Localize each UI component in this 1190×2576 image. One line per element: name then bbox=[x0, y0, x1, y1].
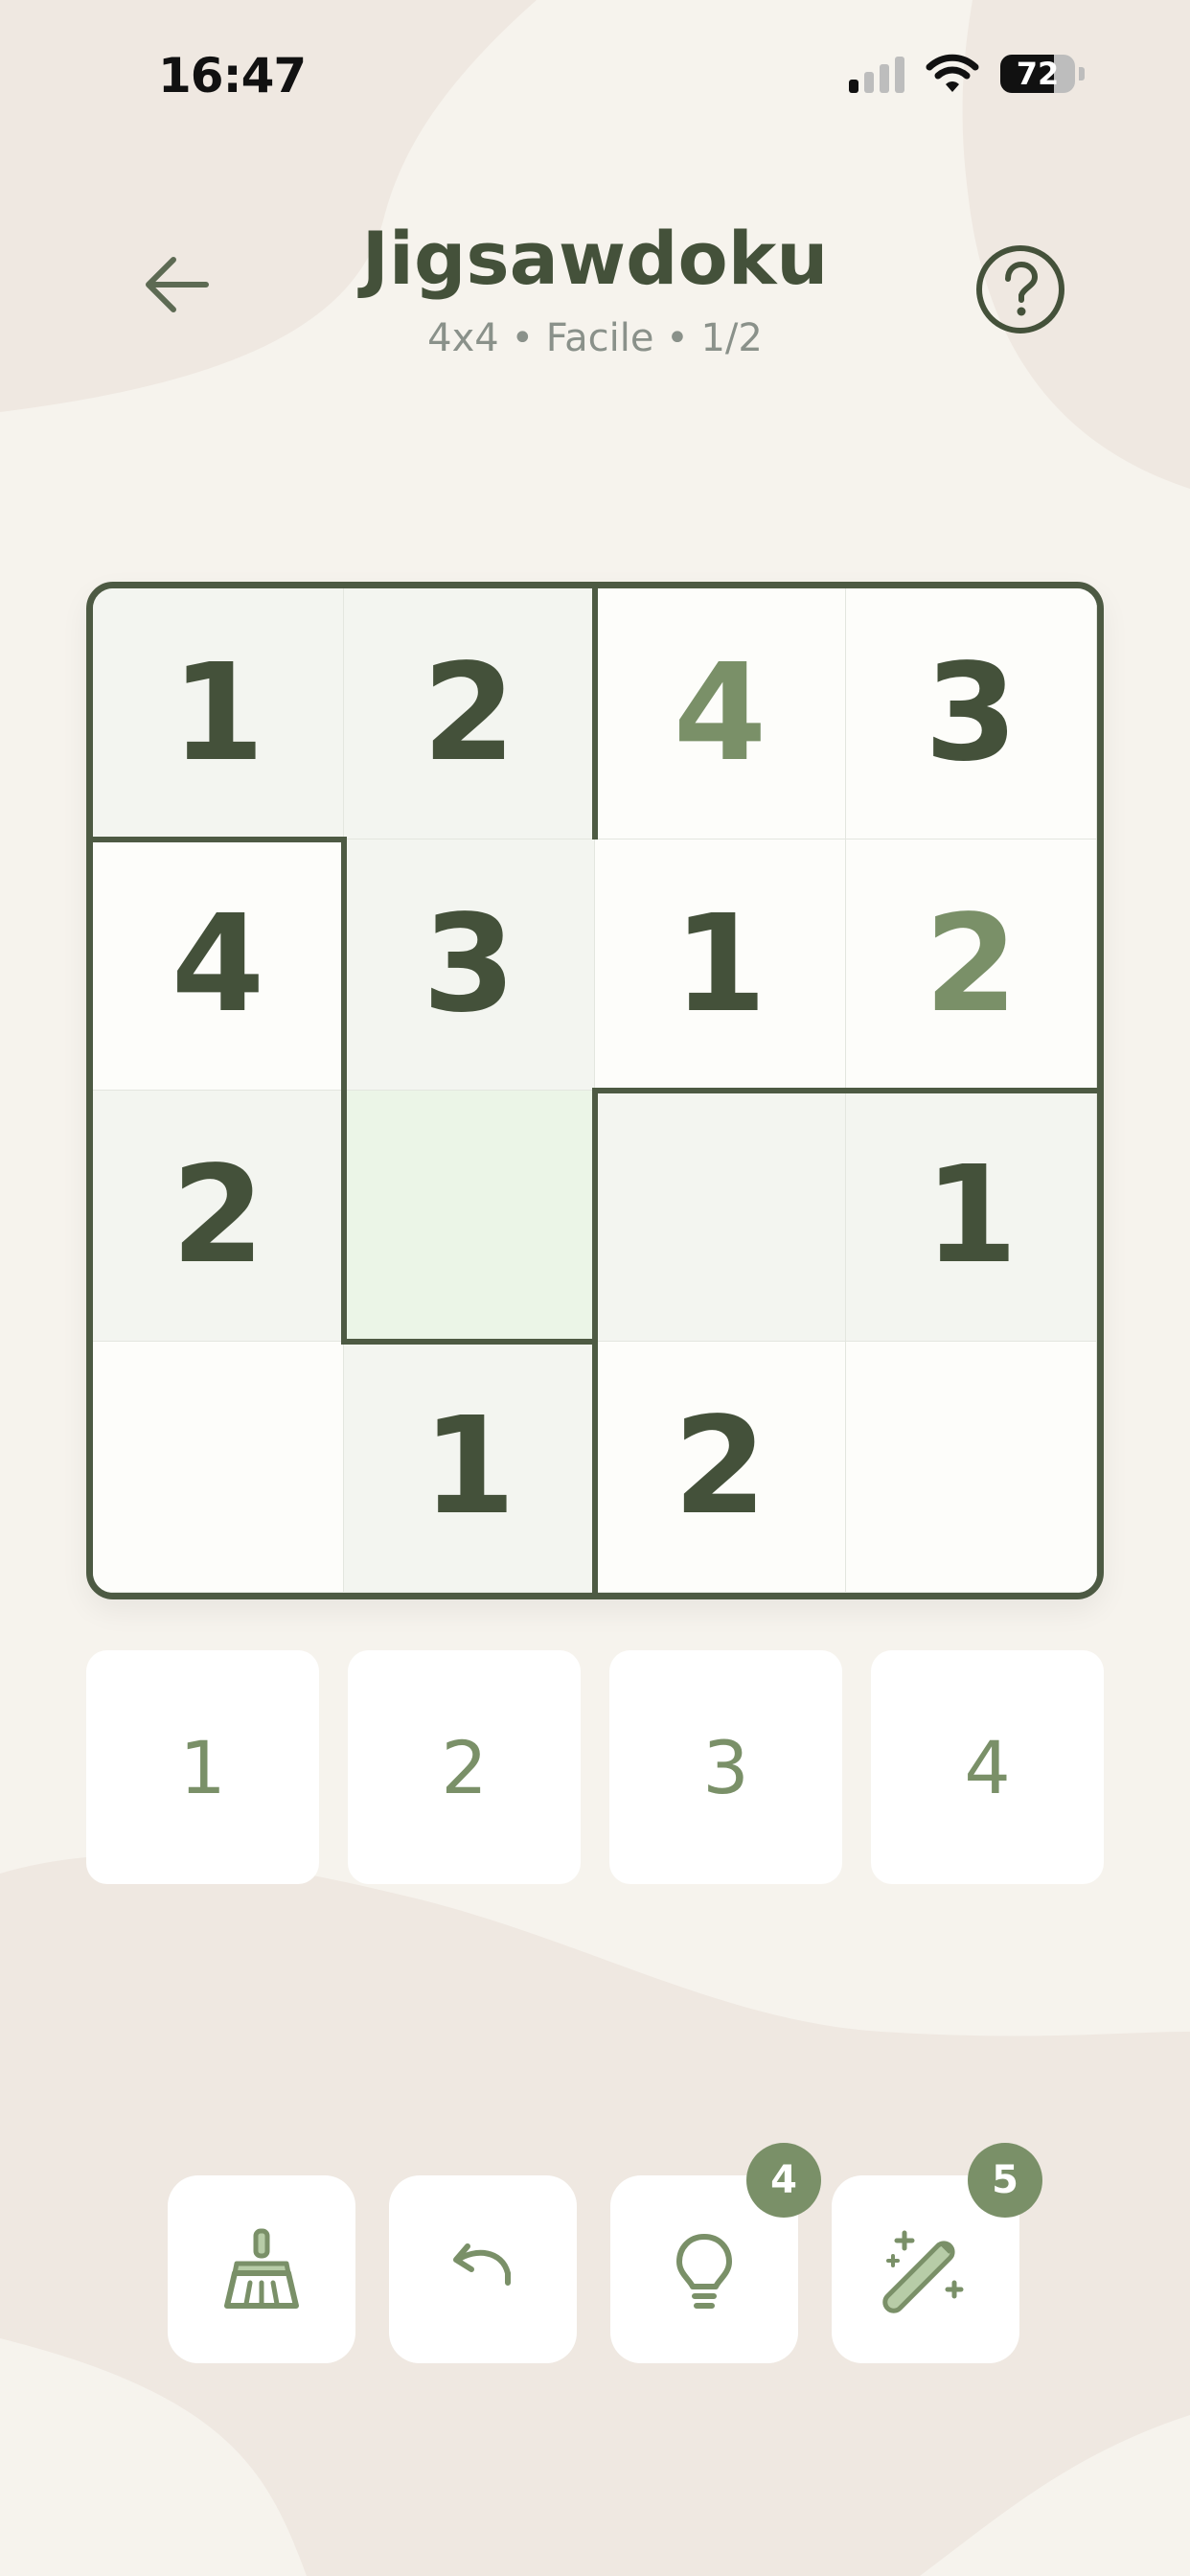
magic-wand-icon bbox=[882, 2230, 964, 2313]
magic-count-badge: 5 bbox=[968, 2143, 1042, 2218]
region-border bbox=[341, 1339, 598, 1345]
cell-r3c3[interactable] bbox=[595, 1091, 846, 1342]
magic-button[interactable]: 5 bbox=[832, 2143, 1042, 2363]
number-button-1[interactable]: 1 bbox=[86, 1650, 319, 1884]
broom-icon bbox=[224, 2228, 299, 2309]
toolbar: 4 5 bbox=[168, 2143, 1042, 2365]
cell-r2c3[interactable]: 1 bbox=[595, 840, 846, 1091]
cell-r1c4[interactable]: 3 bbox=[846, 588, 1097, 840]
signal-icon bbox=[849, 55, 904, 93]
region-border bbox=[592, 588, 598, 840]
cell-r4c3[interactable]: 2 bbox=[595, 1342, 846, 1593]
hint-button[interactable]: 4 bbox=[610, 2143, 821, 2363]
cell-r1c1[interactable]: 1 bbox=[93, 588, 344, 840]
help-button[interactable] bbox=[973, 242, 1068, 337]
cell-r2c1[interactable]: 4 bbox=[93, 840, 344, 1091]
region-border bbox=[592, 1088, 1097, 1093]
number-button-3[interactable]: 3 bbox=[609, 1650, 842, 1884]
status-icons: 72 bbox=[849, 54, 1085, 94]
cell-r2c4[interactable]: 2 bbox=[846, 840, 1097, 1091]
undo-button[interactable] bbox=[389, 2175, 577, 2363]
cell-r1c2[interactable]: 2 bbox=[344, 588, 595, 840]
cell-r3c1[interactable]: 2 bbox=[93, 1091, 344, 1342]
region-border bbox=[341, 837, 347, 1345]
puzzle-board: 1 2 4 3 4 3 1 2 2 1 1 2 bbox=[86, 582, 1104, 1599]
lightbulb-icon bbox=[676, 2234, 732, 2309]
number-button-2[interactable]: 2 bbox=[348, 1650, 581, 1884]
erase-button[interactable] bbox=[168, 2175, 355, 2363]
battery-percent: 72 bbox=[1016, 56, 1060, 92]
region-border bbox=[93, 837, 344, 842]
help-icon bbox=[976, 245, 1064, 334]
status-time: 16:47 bbox=[158, 48, 307, 104]
cell-r4c1[interactable] bbox=[93, 1342, 344, 1593]
cell-r1c3[interactable]: 4 bbox=[595, 588, 846, 840]
cell-r3c4[interactable]: 1 bbox=[846, 1091, 1097, 1342]
number-button-4[interactable]: 4 bbox=[871, 1650, 1104, 1884]
cell-r2c2[interactable]: 3 bbox=[344, 840, 595, 1091]
battery-icon: 72 bbox=[1000, 55, 1075, 93]
cell-r4c2[interactable]: 1 bbox=[344, 1342, 595, 1593]
number-pad: 1 2 3 4 bbox=[86, 1650, 1104, 1884]
cell-r4c4[interactable] bbox=[846, 1342, 1097, 1593]
battery-cap bbox=[1079, 67, 1085, 80]
wifi-icon bbox=[926, 54, 979, 92]
hint-count-badge: 4 bbox=[746, 2143, 821, 2218]
undo-icon bbox=[453, 2243, 511, 2286]
cell-r3c2[interactable] bbox=[344, 1091, 595, 1342]
